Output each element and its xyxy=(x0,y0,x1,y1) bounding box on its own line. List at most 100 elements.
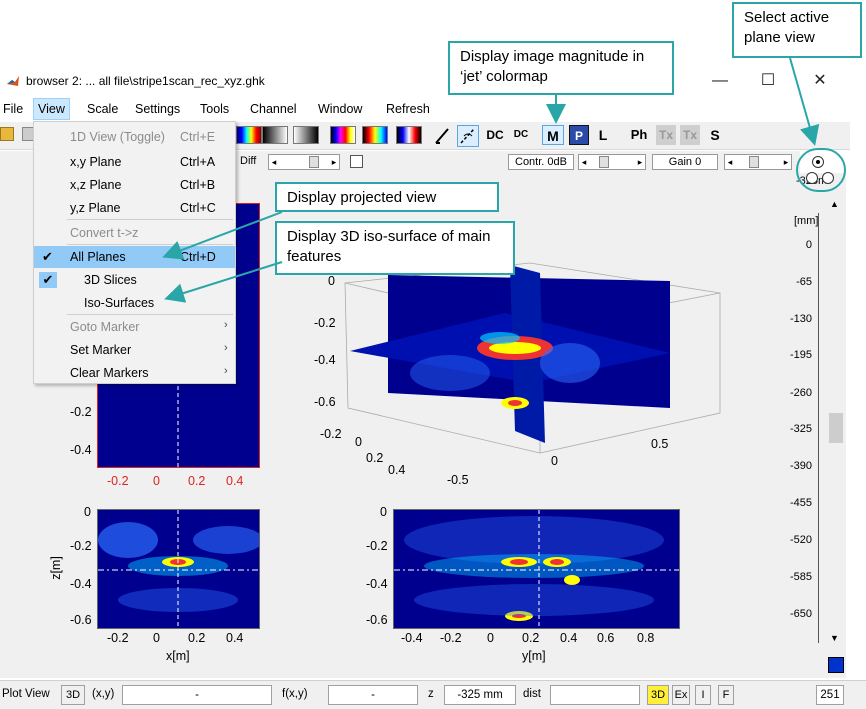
edit-line-icon[interactable] xyxy=(434,127,452,145)
check-icon: ✔ xyxy=(39,272,57,288)
slider-left-arrow-icon[interactable]: ◂ xyxy=(725,155,735,169)
contrast-slider[interactable]: ◂ ▸ xyxy=(578,154,646,170)
check-icon: ✔ xyxy=(42,249,53,264)
menu-window[interactable]: Window xyxy=(318,102,362,116)
colormap-hot-icon[interactable] xyxy=(330,126,356,144)
callout-projected: Display projected view xyxy=(275,182,499,212)
radio-all-planes[interactable] xyxy=(812,156,824,168)
yz-plane-plot[interactable] xyxy=(393,509,680,629)
depth-scrollbar[interactable]: ▲ ▼ xyxy=(826,173,846,678)
log-button[interactable]: L xyxy=(596,125,610,145)
dist-label: dist xyxy=(523,688,541,700)
depth-tick: 0 xyxy=(805,239,812,251)
3d-x-tick: 0.2 xyxy=(366,451,384,465)
scroll-down-arrow-icon[interactable]: ▼ xyxy=(830,633,839,643)
dc-button[interactable]: DC xyxy=(484,125,506,145)
3d-y-tick: 0.5 xyxy=(651,437,669,451)
menu-file[interactable]: File xyxy=(3,102,23,116)
depth-tick: -130 xyxy=(789,313,812,325)
status-bar: Plot View 3D (x,y) - f(x,y) - z -325 mm … xyxy=(0,680,866,709)
colormap-gray-rev-icon[interactable] xyxy=(293,126,319,144)
menu-channel[interactable]: Channel xyxy=(250,102,297,116)
depth-unit: [mm] xyxy=(794,215,819,227)
ex-button[interactable]: Ex xyxy=(672,685,690,705)
slider-left-arrow-icon[interactable]: ◂ xyxy=(269,155,279,169)
menu-view[interactable]: View xyxy=(33,98,70,120)
chevron-right-icon: › xyxy=(224,365,228,377)
radio-plane-2[interactable] xyxy=(806,172,818,184)
xz-plane-plot[interactable] xyxy=(97,509,260,629)
edit-curve-icon[interactable] xyxy=(457,125,479,147)
radio-plane-3[interactable] xyxy=(822,172,834,184)
depth-tick: -390 xyxy=(789,460,812,472)
3d-mode-button[interactable]: 3D xyxy=(647,685,669,705)
open-folder-icon[interactable] xyxy=(0,127,14,141)
3d-y-tick: -0.5 xyxy=(447,473,469,487)
menu-refresh[interactable]: Refresh xyxy=(386,102,430,116)
minimize-button[interactable]: — xyxy=(700,70,740,92)
colormap-jet-icon[interactable] xyxy=(236,126,262,144)
menu-settings[interactable]: Settings xyxy=(135,102,180,116)
colormap-gray-icon[interactable] xyxy=(262,126,288,144)
colorbar-swatch-icon[interactable] xyxy=(828,657,844,673)
yz-x-tick: -0.2 xyxy=(440,631,462,645)
3d-toggle-button[interactable]: 3D xyxy=(61,685,85,705)
menu-item-yz-plane[interactable]: y,z Plane Ctrl+C xyxy=(34,197,235,219)
menu-item-xy-plane[interactable]: x,y Plane Ctrl+A xyxy=(34,151,235,173)
tx-button-1[interactable]: Tx xyxy=(656,125,676,145)
menubar: File View Scale Settings Tools Channel W… xyxy=(0,98,866,120)
slider-right-arrow-icon[interactable]: ▸ xyxy=(635,155,645,169)
dc-m-button[interactable]: DC xyxy=(508,125,534,145)
close-button[interactable]: ✕ xyxy=(800,70,840,92)
slider-right-arrow-icon[interactable]: ▸ xyxy=(329,155,339,169)
gain-slider[interactable]: ◂ ▸ xyxy=(724,154,792,170)
callout-magnitude: Display image magnitude in ‘jet’ colorma… xyxy=(448,41,674,95)
fxy-field[interactable]: - xyxy=(328,685,418,705)
s-button[interactable]: S xyxy=(708,125,722,145)
menu-item-1d-view[interactable]: 1D View (Toggle) Ctrl+E xyxy=(34,126,235,148)
xz-y-tick: -0.2 xyxy=(70,539,92,553)
slider-right-arrow-icon[interactable]: ▸ xyxy=(781,155,791,169)
z-field[interactable]: -325 mm xyxy=(444,685,516,705)
window-title: browser 2: ... all file\stripe1scan_rec_… xyxy=(26,74,265,88)
menu-item-clear-markers[interactable]: Clear Markers › xyxy=(34,362,235,384)
menu-item-iso-surfaces[interactable]: Iso-Surfaces xyxy=(34,292,235,314)
depth-scale: -325m [mm] 0 -65 -130 -195 -260 -325 -39… xyxy=(770,173,827,678)
f-button[interactable]: F xyxy=(718,685,734,705)
menu-item-set-marker[interactable]: Set Marker › xyxy=(34,339,235,361)
diff-slider[interactable]: ◂ ▸ xyxy=(268,154,340,170)
tx-button-2[interactable]: Tx xyxy=(680,125,700,145)
3d-slices-view[interactable] xyxy=(300,253,780,503)
xy-y-tick: -0.4 xyxy=(70,443,92,457)
menu-item-xz-plane[interactable]: x,z Plane Ctrl+B xyxy=(34,174,235,196)
yz-x-tick: 0.2 xyxy=(522,631,540,645)
maximize-button[interactable]: ☐ xyxy=(748,70,788,92)
frame-count: 251 xyxy=(816,685,844,705)
menu-tools[interactable]: Tools xyxy=(200,102,229,116)
scroll-up-arrow-icon[interactable]: ▲ xyxy=(830,199,839,209)
3d-x-tick: 0.4 xyxy=(388,463,406,477)
menu-item-3d-slices[interactable]: ✔ 3D Slices xyxy=(34,269,235,291)
menu-item-all-planes[interactable]: ✔ All Planes Ctrl+D xyxy=(34,246,235,268)
colormap-diverging-icon[interactable] xyxy=(396,126,422,144)
xy-y-tick: -0.2 xyxy=(70,405,92,419)
menu-item-convert[interactable]: Convert t->z xyxy=(34,222,235,244)
xz-x-tick: 0 xyxy=(153,631,160,645)
menu-item-goto-marker[interactable]: Goto Marker › xyxy=(34,316,235,338)
xy-x-tick: 0 xyxy=(153,474,160,488)
dist-field[interactable] xyxy=(550,685,640,705)
menu-scale[interactable]: Scale xyxy=(87,102,118,116)
slider-left-arrow-icon[interactable]: ◂ xyxy=(579,155,589,169)
diff-checkbox[interactable] xyxy=(350,155,363,168)
depth-tick: -325 xyxy=(789,423,812,435)
scroll-thumb[interactable] xyxy=(829,413,843,443)
yz-x-tick: 0 xyxy=(487,631,494,645)
xz-x-tick: 0.4 xyxy=(226,631,244,645)
i-button[interactable]: I xyxy=(695,685,711,705)
magnitude-button[interactable]: M xyxy=(542,125,564,145)
ph-button[interactable]: Ph xyxy=(628,125,650,145)
colormap-cool-icon[interactable] xyxy=(362,126,388,144)
xy-field[interactable]: - xyxy=(122,685,272,705)
phase-button[interactable]: P xyxy=(569,125,589,145)
yz-x-tick: 0.8 xyxy=(637,631,655,645)
